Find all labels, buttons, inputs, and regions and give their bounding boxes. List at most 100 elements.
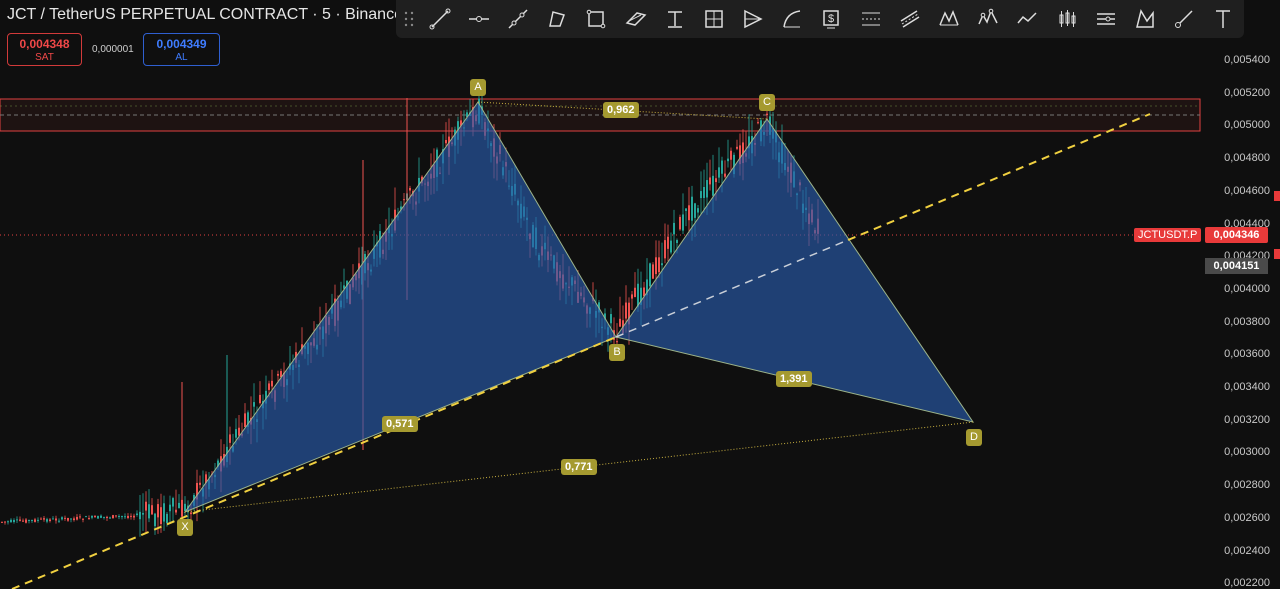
candle-body (46, 519, 48, 522)
point-c-label[interactable]: C (759, 94, 775, 111)
candle-body (139, 511, 141, 520)
candle-body (145, 501, 147, 511)
arc-icon[interactable] (773, 4, 812, 34)
price-axis-label: 0,004000 (1224, 282, 1270, 295)
brush-icon[interactable] (1165, 4, 1204, 34)
drag-handle-icon[interactable] (402, 7, 416, 31)
price-axis-label: 0,005200 (1224, 86, 1270, 99)
fib-levels-icon[interactable] (851, 4, 890, 34)
candle-body (691, 196, 693, 221)
alert-marker (1274, 249, 1280, 259)
candle-body (190, 512, 192, 515)
ratio-xb-label: 0,571 (382, 416, 418, 432)
price-axis-label: 0,003000 (1224, 446, 1270, 459)
candle-body (682, 214, 684, 231)
spread-value: 0,000001 (92, 44, 134, 55)
candle-body (259, 394, 261, 404)
resistance-zone[interactable] (0, 98, 1201, 132)
candle-body (649, 263, 651, 287)
head-shoulders-icon[interactable] (969, 4, 1008, 34)
candle-body (235, 429, 237, 438)
candle-body (28, 519, 30, 521)
candle-body (22, 520, 24, 522)
pattern-xab-triangle[interactable] (183, 101, 617, 514)
candle-body (718, 167, 720, 178)
candle-body (673, 222, 675, 235)
grid-icon[interactable] (694, 4, 733, 34)
candle-body (136, 513, 138, 515)
price-axis-label: 0,003800 (1224, 315, 1270, 328)
candle-body (676, 240, 678, 243)
point-x-label[interactable]: X (177, 519, 193, 536)
text-tool-icon[interactable] (1204, 4, 1243, 34)
point-d-label[interactable]: D (966, 429, 982, 446)
pitchfork-icon[interactable] (734, 4, 773, 34)
candle-body (619, 318, 621, 327)
alert-marker (1274, 191, 1280, 201)
candle-body (724, 173, 726, 177)
point-a-label[interactable]: A (470, 79, 486, 96)
gann-icon[interactable] (1086, 4, 1125, 34)
polyline-icon[interactable] (538, 4, 577, 34)
candle-body (100, 515, 102, 518)
candle-body (169, 504, 171, 512)
rectangle-icon[interactable] (577, 4, 616, 34)
candle-body (694, 203, 696, 218)
candle-body (631, 294, 633, 299)
trend-line-icon[interactable] (420, 4, 459, 34)
candle-body (121, 516, 123, 518)
candle-body (700, 191, 702, 199)
candle-body (40, 518, 42, 520)
candle-body (115, 515, 117, 517)
candle-body (445, 140, 447, 144)
fib-channel-icon[interactable] (890, 4, 929, 34)
candles-icon[interactable] (1047, 4, 1086, 34)
candle-body (91, 515, 93, 518)
candle-body (721, 160, 723, 174)
candle-body (667, 236, 669, 249)
candle-body (82, 518, 84, 520)
cypher-pattern-icon[interactable] (1125, 4, 1164, 34)
candle-body (109, 517, 111, 519)
candle-body (34, 519, 36, 522)
candle-body (79, 516, 81, 518)
candle-body (52, 518, 54, 520)
candle-body (277, 373, 279, 376)
buy-label: AL (175, 52, 188, 63)
candle-body (727, 158, 729, 162)
current-price-label: 0,004346 (1205, 227, 1268, 243)
candle-body (172, 498, 174, 507)
candle-body (37, 519, 39, 521)
candle-body (58, 520, 60, 522)
candle-body (151, 505, 153, 515)
point-b-label[interactable]: B (609, 344, 625, 361)
svg-text:$: $ (828, 13, 834, 25)
price-range-icon[interactable]: $ (812, 4, 851, 34)
buy-button[interactable]: 0,004349 AL (143, 33, 220, 66)
multi-point-line-icon[interactable] (498, 4, 537, 34)
candle-body (709, 177, 711, 185)
candle-body (409, 187, 411, 191)
ratio-bd-label: 1,391 (776, 371, 812, 387)
candle-body (154, 513, 156, 527)
price-chart[interactable] (0, 0, 1280, 589)
sell-button[interactable]: 0,004348 SAT (7, 33, 82, 66)
candle-body (625, 302, 627, 319)
candle-body (616, 341, 618, 343)
candle-body (73, 518, 75, 521)
symbol-tag: JCTUSDT.P (1134, 228, 1202, 242)
candle-body (166, 513, 168, 523)
candle-body (130, 515, 132, 517)
candle-body (661, 263, 663, 266)
candle-body (175, 509, 177, 513)
xabcd-pattern-icon[interactable] (929, 4, 968, 34)
text-icon[interactable] (655, 4, 694, 34)
candle-body (133, 515, 135, 518)
candle-body (658, 257, 660, 273)
trend-up-icon[interactable] (1008, 4, 1047, 34)
parallel-channel-icon[interactable] (616, 4, 655, 34)
horizontal-ray-icon[interactable] (459, 4, 498, 34)
candle-body (88, 518, 90, 520)
support-trendline-extension[interactable] (847, 113, 1151, 241)
price-axis-label: 0,002800 (1224, 479, 1270, 492)
